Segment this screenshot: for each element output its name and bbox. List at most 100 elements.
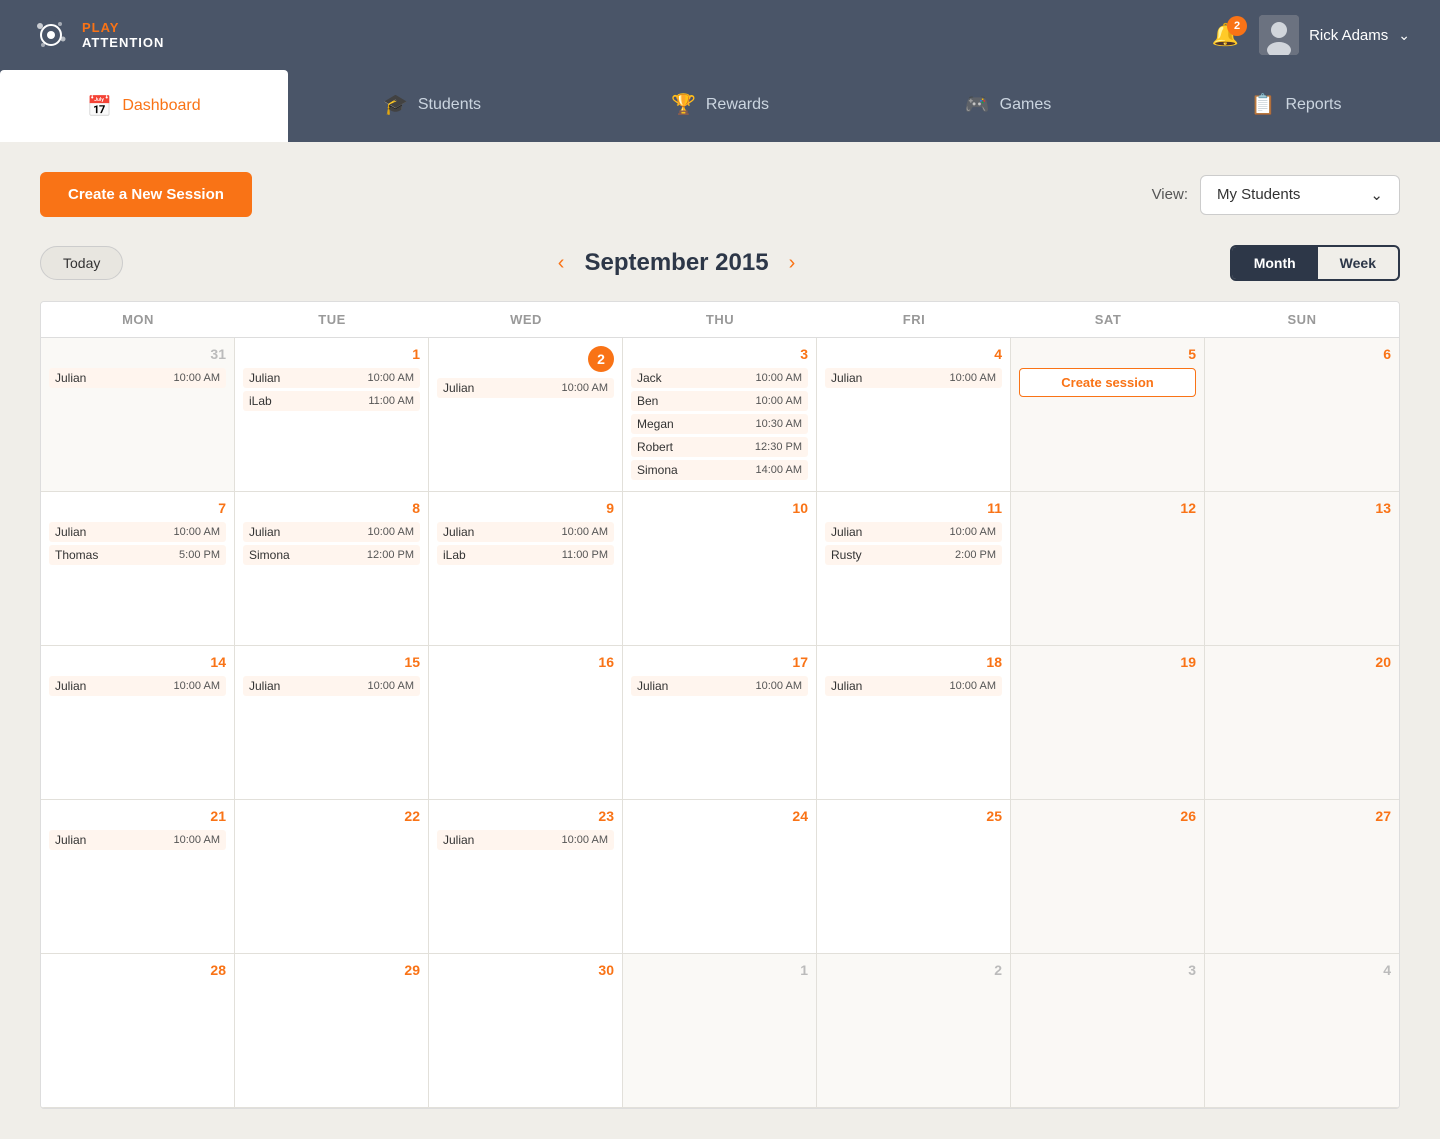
session-time: 10:00 AM (756, 395, 802, 407)
calendar-cell[interactable]: 21Julian10:00 AM (41, 800, 235, 954)
today-button[interactable]: Today (40, 246, 123, 280)
calendar-date: 22 (243, 808, 420, 824)
session-item[interactable]: Julian 10:00 AM (243, 676, 420, 696)
user-menu[interactable]: Rick Adams ⌄ (1259, 15, 1410, 55)
session-item[interactable]: Julian10:00 AM (825, 676, 1002, 696)
session-item[interactable]: Ben10:00 AM (631, 391, 808, 411)
avatar (1259, 15, 1299, 55)
calendar-cell[interactable]: 6 (1205, 338, 1399, 492)
calendar-cell[interactable]: 5Create session (1011, 338, 1205, 492)
view-dropdown[interactable]: My Students ⌄ (1200, 175, 1400, 215)
calendar-cell[interactable]: 25 (817, 800, 1011, 954)
session-item[interactable]: iLab11:00 PM (437, 545, 614, 565)
calendar-cell[interactable]: 7Julian10:00 AMThomas5:00 PM (41, 492, 235, 646)
calendar-cell[interactable]: 19 (1011, 646, 1205, 800)
tab-rewards[interactable]: 🏆 Rewards (576, 70, 864, 142)
calendar-date: 26 (1019, 808, 1196, 824)
calendar-cell[interactable]: 16 (429, 646, 623, 800)
week-view-button[interactable]: Week (1318, 247, 1398, 279)
calendar-cell[interactable]: 11Julian10:00 AMRusty2:00 PM (817, 492, 1011, 646)
month-view-button[interactable]: Month (1232, 247, 1318, 279)
session-name: Julian (249, 679, 280, 693)
tab-students[interactable]: 🎓 Students (288, 70, 576, 142)
session-item[interactable]: Rusty2:00 PM (825, 545, 1002, 565)
calendar-cell[interactable]: 28 (41, 954, 235, 1108)
calendar-cell[interactable]: 22 (235, 800, 429, 954)
calendar-days-header: MON TUE WED THU FRI SAT SUN (41, 302, 1399, 338)
session-item[interactable]: Julian10:00 AM (825, 522, 1002, 542)
calendar-cell[interactable]: 31Julian10:00 AM (41, 338, 235, 492)
session-item[interactable]: Robert12:30 PM (631, 437, 808, 457)
next-month-button[interactable]: › (789, 252, 796, 275)
session-item[interactable]: Julian10:00 AM (437, 522, 614, 542)
session-item[interactable]: Simona12:00 PM (243, 545, 420, 565)
session-name: Thomas (55, 548, 98, 562)
calendar-date: 2 (588, 346, 614, 372)
session-name: Julian (55, 679, 86, 693)
calendar-cell[interactable]: 3Jack10:00 AMBen10:00 AMMegan10:30 AMRob… (623, 338, 817, 492)
tab-reports[interactable]: 📋 Reports (1152, 70, 1440, 142)
tab-games[interactable]: 🎮 Games (864, 70, 1152, 142)
create-session-button[interactable]: Create a New Session (40, 172, 252, 217)
calendar-cell[interactable]: 3 (1011, 954, 1205, 1108)
calendar-cell[interactable]: 1 (623, 954, 817, 1108)
day-wed: WED (429, 302, 623, 337)
calendar-cell[interactable]: 18Julian10:00 AM (817, 646, 1011, 800)
calendar-cell[interactable]: 2 (817, 954, 1011, 1108)
calendar-cell[interactable]: 4 (1205, 954, 1399, 1108)
calendar-cell[interactable]: 30 (429, 954, 623, 1108)
calendar-date: 8 (243, 500, 420, 516)
tab-dashboard[interactable]: 📅 Dashboard (0, 70, 288, 142)
calendar-cell[interactable]: 2 Julian10:00 AM (429, 338, 623, 492)
session-item[interactable]: Simona14:00 AM (631, 460, 808, 480)
session-item[interactable]: Julian10:00 AM (49, 522, 226, 542)
calendar-cell[interactable]: 4Julian10:00 AM (817, 338, 1011, 492)
prev-month-button[interactable]: ‹ (558, 252, 565, 275)
session-item[interactable]: Julian10:00 AM (631, 676, 808, 696)
create-session-button[interactable]: Create session (1019, 368, 1196, 397)
session-item[interactable]: Thomas5:00 PM (49, 545, 226, 565)
session-item[interactable]: Julian10:00 AM (49, 676, 226, 696)
session-item[interactable]: iLab11:00 AM (243, 391, 420, 411)
calendar-cell[interactable]: 10 (623, 492, 817, 646)
calendar-cell[interactable]: 8 Julian10:00 AM Simona12:00 PM (235, 492, 429, 646)
session-name: Julian (249, 371, 280, 385)
main-content: Create a New Session View: My Students ⌄… (0, 142, 1440, 1139)
calendar-cell[interactable]: 23 Julian10:00 AM (429, 800, 623, 954)
session-time: 10:00 AM (368, 372, 414, 384)
calendar-cell[interactable]: 29 (235, 954, 429, 1108)
calendar-cell[interactable]: 27 (1205, 800, 1399, 954)
calendar: MON TUE WED THU FRI SAT SUN 31Julian10:0… (40, 301, 1400, 1109)
calendar-date: 10 (631, 500, 808, 516)
calendar-cell[interactable]: 17Julian10:00 AM (623, 646, 817, 800)
calendar-cell[interactable]: 15Julian10:00 AM (235, 646, 429, 800)
calendar-cell[interactable]: 12 (1011, 492, 1205, 646)
view-selector: View: My Students ⌄ (1152, 175, 1400, 215)
dropdown-chevron-icon: ⌄ (1370, 186, 1383, 204)
day-mon: MON (41, 302, 235, 337)
calendar-cell[interactable]: 24 (623, 800, 817, 954)
calendar-cell[interactable]: 26 (1011, 800, 1205, 954)
session-item[interactable]: Julian10:00 AM (437, 378, 614, 398)
calendar-date: 30 (437, 962, 614, 978)
calendar-date: 3 (1019, 962, 1196, 978)
notification-bell-wrapper[interactable]: 🔔 2 (1212, 22, 1239, 48)
calendar-cell[interactable]: 9Julian10:00 AMiLab11:00 PM (429, 492, 623, 646)
session-item[interactable]: Julian10:00 AM (49, 368, 226, 388)
calendar-cell[interactable]: 13 (1205, 492, 1399, 646)
calendar-cell[interactable]: 1Julian10:00 AMiLab11:00 AM (235, 338, 429, 492)
session-time: 10:00 AM (368, 680, 414, 692)
session-item[interactable]: Julian10:00 AM (825, 368, 1002, 388)
logo-text: PLAY ATTENTION (82, 20, 164, 50)
session-item[interactable]: Megan10:30 AM (631, 414, 808, 434)
calendar-cell[interactable]: 14Julian10:00 AM (41, 646, 235, 800)
calendar-cell[interactable]: 20 (1205, 646, 1399, 800)
session-item[interactable]: Julian10:00 AM (243, 522, 420, 542)
session-item[interactable]: Julian 10:00 AM (243, 368, 420, 388)
session-time: 12:30 PM (755, 441, 802, 453)
session-name: Simona (637, 463, 678, 477)
calendar-date: 23 (437, 808, 614, 824)
session-item[interactable]: Jack10:00 AM (631, 368, 808, 388)
session-item[interactable]: Julian10:00 AM (49, 830, 226, 850)
session-item[interactable]: Julian10:00 AM (437, 830, 614, 850)
